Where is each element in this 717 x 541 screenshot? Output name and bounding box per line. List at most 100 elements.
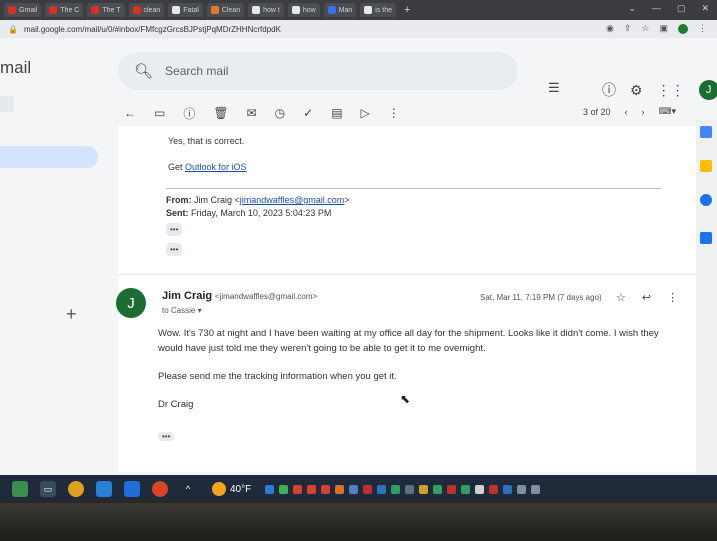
next-page-icon[interactable]: ›: [641, 107, 644, 117]
app-icon[interactable]: [124, 481, 140, 497]
mouse-cursor-icon: ⬉: [400, 392, 411, 406]
maximize-button[interactable]: ▢: [677, 3, 686, 14]
tray-icon[interactable]: [335, 484, 345, 494]
eye-icon[interactable]: ◉: [606, 23, 614, 34]
browser-tab[interactable]: Fatal: [168, 3, 203, 17]
archive-icon[interactable]: ▭: [154, 106, 165, 120]
tray-icon[interactable]: [265, 484, 275, 494]
tray-icon[interactable]: [419, 484, 429, 494]
keyboard-input-icon[interactable]: ⌨▾: [658, 106, 676, 117]
sender-avatar[interactable]: J: [116, 288, 146, 318]
report-spam-icon[interactable]: ⓘ: [183, 105, 195, 122]
apps-grid-icon[interactable]: ⋮⋮: [657, 82, 685, 99]
tray-icon[interactable]: [349, 484, 359, 494]
message-actions: ☆ ↩ ⋮: [616, 291, 678, 304]
add-task-icon[interactable]: ✓: [303, 106, 313, 120]
trimmed-content-row: •••: [158, 426, 175, 444]
more-vert-icon[interactable]: ⋮: [667, 291, 678, 304]
move-to-icon[interactable]: ▤: [331, 106, 342, 120]
search-bar[interactable]: 🔍︎ Search mail: [118, 52, 518, 90]
browser-tab[interactable]: Man: [323, 3, 357, 17]
star-icon[interactable]: ☆: [616, 291, 626, 304]
tray-icon[interactable]: [321, 484, 331, 494]
outlook-ios-link[interactable]: Outlook for iOS: [185, 162, 247, 172]
weather-widget[interactable]: 40°F: [212, 482, 251, 496]
browser-tab[interactable]: is the: [360, 3, 397, 17]
new-tab-button[interactable]: +: [404, 4, 410, 16]
tray-icon[interactable]: [503, 484, 513, 494]
tray-icon[interactable]: [293, 484, 303, 494]
tray-icon[interactable]: [489, 484, 499, 494]
recipient-dropdown[interactable]: to Cassie ▾: [162, 306, 202, 315]
address-bar[interactable]: 🔒 mail.google.com/mail/u/0/#inbox/FMfcgz…: [0, 20, 717, 38]
tray-icon[interactable]: [461, 484, 471, 494]
delete-icon[interactable]: 🗑︎: [213, 106, 228, 120]
keep-icon[interactable]: [700, 160, 712, 172]
menu-dots-icon[interactable]: ⋮: [698, 23, 707, 34]
more-options-icon[interactable]: ⋮: [388, 106, 400, 120]
profile-avatar-icon[interactable]: [678, 23, 688, 34]
app-icon[interactable]: [152, 481, 168, 497]
temperature: 40°F: [230, 483, 252, 495]
tray-icon[interactable]: [405, 484, 415, 494]
tray-icon[interactable]: [475, 484, 485, 494]
browser-tab[interactable]: Gmail: [4, 3, 42, 17]
calendar-icon[interactable]: [700, 126, 712, 138]
tasks-icon[interactable]: [700, 194, 712, 206]
nav-menu-stub[interactable]: [0, 96, 14, 112]
label-icon[interactable]: ▷: [361, 106, 370, 120]
browser-tab[interactable]: Clean: [206, 3, 245, 17]
from-email-link[interactable]: jimandwaffles@gmail.com: [240, 195, 345, 205]
add-label-icon[interactable]: +: [66, 304, 77, 325]
reply-icon[interactable]: ↩: [642, 291, 651, 304]
back-arrow-icon[interactable]: ←: [124, 106, 136, 120]
url-text[interactable]: mail.google.com/mail/u/0/#inbox/FMfcgzGr…: [24, 25, 281, 34]
star-bookmark-icon[interactable]: ☆: [641, 23, 649, 34]
app-icon[interactable]: [12, 481, 28, 497]
page-favicon-icon: [172, 6, 181, 14]
browser-tab[interactable]: how t: [248, 3, 284, 17]
chevron-up-icon[interactable]: ^: [180, 481, 196, 497]
volume-icon[interactable]: [531, 484, 541, 494]
mark-unread-icon[interactable]: ✉: [247, 106, 257, 120]
google-favicon-icon: [364, 6, 373, 14]
tab-search-button[interactable]: ⌄: [628, 3, 636, 14]
prev-page-icon[interactable]: ‹: [624, 107, 627, 117]
tray-icon[interactable]: [391, 484, 401, 494]
show-trimmed-content-button[interactable]: •••: [158, 432, 175, 441]
browser-tab[interactable]: The C: [45, 3, 84, 17]
search-icon[interactable]: 🔍︎: [134, 62, 153, 80]
tab-label: how t: [263, 6, 280, 14]
browser-tab[interactable]: clean: [128, 3, 165, 17]
contacts-icon[interactable]: [700, 232, 712, 244]
task-view-icon[interactable]: ▭: [40, 481, 56, 497]
search-options-icon[interactable]: ☰: [548, 80, 560, 96]
wifi-icon[interactable]: [517, 484, 527, 494]
side-panel-icon[interactable]: ▣: [659, 23, 668, 34]
share-icon[interactable]: ⇪: [624, 23, 632, 34]
tray-icon[interactable]: [433, 484, 443, 494]
close-window-button[interactable]: ✕: [701, 3, 709, 14]
tray-icon[interactable]: [447, 484, 457, 494]
minimize-button[interactable]: —: [652, 3, 661, 14]
cloud-app-icon[interactable]: [96, 481, 112, 497]
tab-label: The C: [60, 6, 80, 14]
expand-quoted-button[interactable]: •••: [166, 243, 183, 256]
help-icon[interactable]: ⓘ: [602, 80, 616, 100]
browser-tab[interactable]: The T: [87, 3, 125, 17]
chrome-icon[interactable]: [68, 481, 84, 497]
gear-icon[interactable]: ⚙: [630, 82, 643, 99]
sidebar-item-inbox-active[interactable]: [0, 146, 98, 168]
snooze-icon[interactable]: ◷: [275, 106, 285, 120]
tray-icon[interactable]: [279, 484, 289, 494]
sender-name[interactable]: Jim Craig: [162, 290, 212, 302]
from-value: Jim Craig <: [194, 195, 240, 205]
account-avatar[interactable]: J: [698, 80, 717, 100]
tray-icon[interactable]: [363, 484, 373, 494]
browser-tab[interactable]: how: [287, 3, 320, 17]
show-trimmed-content-button[interactable]: •••: [166, 223, 183, 236]
gmail-logo[interactable]: mail: [0, 58, 31, 78]
tray-icon[interactable]: [307, 484, 317, 494]
tray-icon[interactable]: [377, 484, 387, 494]
search-input[interactable]: Search mail: [165, 64, 228, 78]
